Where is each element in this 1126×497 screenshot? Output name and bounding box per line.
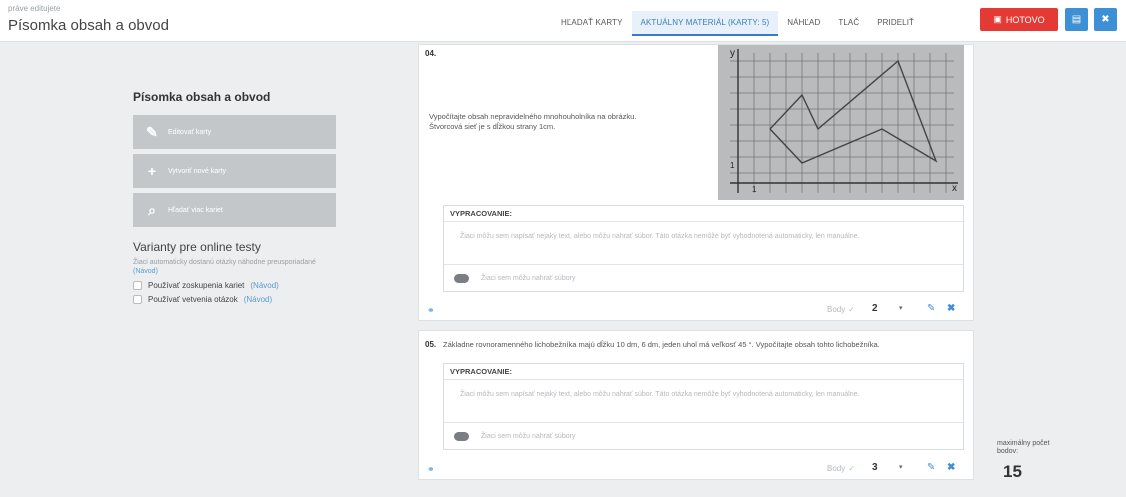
question-text: Základne rovnoramenného lichobežníka maj… <box>443 340 880 349</box>
create-cards-label: Vytvoriť nové karty <box>168 167 226 175</box>
branching-label: Používať vetvenia otázok <box>148 295 238 304</box>
option-question-branching[interactable]: Používať vetvenia otázok (Návod) <box>133 295 338 304</box>
branching-checkbox[interactable] <box>133 295 142 304</box>
card-footer: ⚭ Body ✓ 2 ▾ ✎ ✖ <box>419 303 975 319</box>
top-bar: práve editujete Písomka obsah a obvod HĽ… <box>0 0 1126 42</box>
question-number: 05. <box>425 340 437 349</box>
editing-label: práve editujete <box>8 4 61 13</box>
x-unit-label: 1 <box>752 185 757 194</box>
question-number: 04. <box>425 49 437 58</box>
search-more-cards-button[interactable]: ⌕ Hľadať viac kariet <box>133 193 336 227</box>
card-groups-label: Používať zoskupenia kariet <box>148 281 245 290</box>
cloud-upload-icon <box>454 431 469 441</box>
variants-title: Varianty pre online testy <box>133 240 261 254</box>
points-label: Body ✓ <box>827 464 855 473</box>
upload-area[interactable]: Žiaci sem môžu nahrať súbory <box>444 423 963 449</box>
tab-search-cards[interactable]: HĽADAŤ KARTY <box>552 11 632 36</box>
delete-icon[interactable]: ✖ <box>947 303 955 314</box>
max-points-label: maximálny počet bodov: <box>997 440 1050 455</box>
search-icon: ⌕ <box>148 201 156 218</box>
points-label-text: Body <box>827 464 846 473</box>
question-card: 05. Základne rovnoramenného lichobežníka… <box>418 330 974 480</box>
points-value[interactable]: 3 <box>872 462 878 473</box>
answer-box: VYPRACOVANIE: Žiaci môžu sem napísať nej… <box>443 363 964 450</box>
answer-box: VYPRACOVANIE: Žiaci môžu sem napísať nej… <box>443 205 964 292</box>
delete-icon[interactable]: ✖ <box>947 462 955 473</box>
points-label: Body ✓ <box>827 305 855 314</box>
variants-desc-text: Žiaci automaticky dostanú otázky náhodne… <box>133 259 316 266</box>
upload-area[interactable]: Žiaci sem môžu nahrať súbory <box>444 265 963 291</box>
floppy-icon: ▤ <box>1071 14 1082 25</box>
check-icon: ✓ <box>848 305 855 314</box>
upload-text: Žiaci sem môžu nahrať súbory <box>481 432 576 440</box>
caret-down-icon[interactable]: ▾ <box>899 304 903 312</box>
cloud-upload-icon <box>454 273 469 283</box>
variants-guide-link[interactable]: (Návod) <box>133 268 158 275</box>
answer-header: VYPRACOVANIE: <box>444 206 963 222</box>
pencil-icon: ✎ <box>146 123 158 140</box>
tab-print[interactable]: TLAČ <box>829 11 868 36</box>
answer-placeholder[interactable]: Žiaci môžu sem napísať nejaký text, aleb… <box>444 222 963 265</box>
card-groups-guide-link[interactable]: (Návod) <box>250 281 278 290</box>
question-image: y x 1 1 <box>718 45 964 200</box>
question-text: Vypočítajte obsah nepravidelného mnohouh… <box>429 112 637 131</box>
check-icon: ✓ <box>848 464 855 473</box>
edit-cards-label: Editovať karty <box>168 128 212 136</box>
done-button[interactable]: ▣ HOTOVO <box>980 8 1058 31</box>
y-unit-label: 1 <box>730 161 735 170</box>
close-icon: ✖ <box>1101 14 1110 25</box>
done-button-label: HOTOVO <box>1005 14 1045 25</box>
answer-header: VYPRACOVANIE: <box>444 364 963 380</box>
card-groups-checkbox[interactable] <box>133 281 142 290</box>
create-cards-button[interactable]: + Vytvoriť nové karty <box>133 154 336 188</box>
edit-icon[interactable]: ✎ <box>927 303 935 314</box>
document-title[interactable]: Písomka obsah a obvod <box>8 17 169 34</box>
variants-description: Žiaci automaticky dostanú otázky náhodne… <box>133 258 323 276</box>
close-button[interactable]: ✖ <box>1094 8 1117 31</box>
question-card: 04. Vypočítajte obsah nepravidelného mno… <box>418 44 974 321</box>
branching-guide-link[interactable]: (Návod) <box>244 295 272 304</box>
link-icon[interactable]: ⚭ <box>427 305 435 316</box>
tab-assign[interactable]: PRIDELIŤ <box>868 11 923 36</box>
max-points-value: 15 <box>1003 462 1022 481</box>
search-more-cards-label: Hľadať viac kariet <box>168 206 223 214</box>
edit-icon[interactable]: ✎ <box>927 462 935 473</box>
y-axis-label: y <box>730 48 735 59</box>
link-icon[interactable]: ⚭ <box>427 464 435 475</box>
tab-current-material[interactable]: AKTUÁLNY MATERIÁL (KARTY: 5) <box>631 11 779 36</box>
answer-placeholder[interactable]: Žiaci môžu sem napísať nejaký text, aleb… <box>444 380 963 423</box>
main-nav: HĽADAŤ KARTY AKTUÁLNY MATERIÁL (KARTY: 5… <box>552 11 923 36</box>
tab-preview[interactable]: NÁHĽAD <box>778 11 829 36</box>
upload-text: Žiaci sem môžu nahrať súbory <box>481 274 576 282</box>
sidebar-title: Písomka obsah a obvod <box>133 90 271 104</box>
save-icon: ▣ <box>993 14 1002 24</box>
x-axis-label: x <box>952 183 957 194</box>
points-label-text: Body <box>827 305 846 314</box>
plus-icon: + <box>147 163 157 179</box>
save-button[interactable]: ▤ <box>1065 8 1088 31</box>
caret-down-icon[interactable]: ▾ <box>899 463 903 471</box>
points-value[interactable]: 2 <box>872 303 878 314</box>
edit-cards-button[interactable]: ✎ Editovať karty <box>133 115 336 149</box>
sidebar: Písomka obsah a obvod ✎ Editovať karty +… <box>133 90 338 304</box>
card-footer: ⚭ Body ✓ 3 ▾ ✎ ✖ <box>419 462 975 478</box>
option-card-groups[interactable]: Používať zoskupenia kariet (Návod) <box>133 281 338 290</box>
